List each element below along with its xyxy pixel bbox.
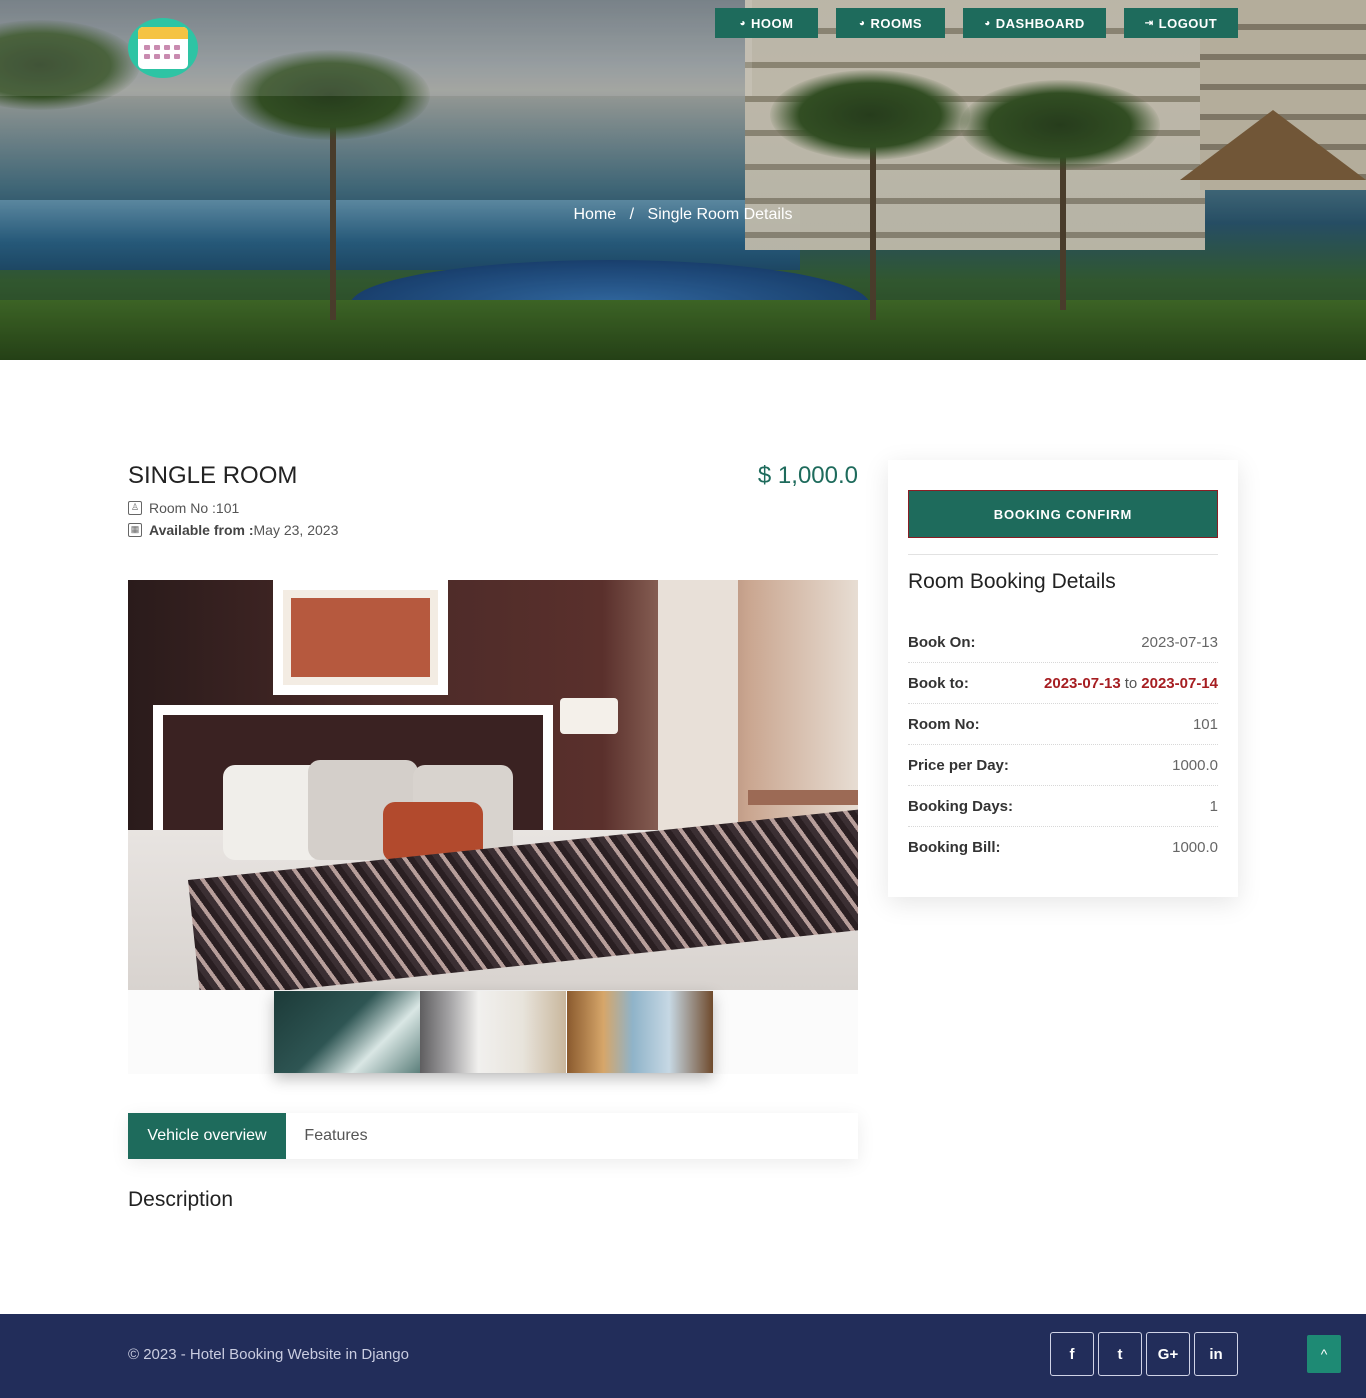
breadcrumb-home[interactable]: Home	[574, 206, 617, 223]
calendar-icon	[138, 27, 188, 69]
detail-value: 1000.0	[1172, 756, 1218, 774]
thumbnail-image[interactable]	[274, 991, 420, 1073]
description-heading: Description	[128, 1188, 234, 1211]
copyright-text: © 2023 - Hotel Booking Website in Django	[128, 1346, 409, 1363]
tab-features[interactable]: Features	[286, 1113, 386, 1159]
detail-value: 1	[1209, 797, 1218, 815]
book-to-word: to	[1124, 674, 1138, 692]
detail-label: Booking Days:	[908, 797, 1014, 815]
breadcrumb: Home / Single Room Details	[0, 206, 1366, 224]
facebook-icon[interactable]: f	[1050, 1332, 1094, 1376]
dashboard-icon: ◕	[984, 17, 991, 29]
dashboard-icon: ◕	[858, 17, 866, 29]
logout-icon: ⇥	[1144, 17, 1154, 29]
detail-tabs: Vehicle overview Features	[128, 1113, 858, 1159]
detail-label: Book On:	[908, 633, 976, 651]
detail-row-days: Booking Days: 1	[908, 786, 1218, 827]
nav-logout[interactable]: ⇥ LOGOUT	[1124, 8, 1238, 38]
booking-details-heading: Room Booking Details	[908, 570, 1116, 593]
calendar-icon: ▦	[128, 523, 142, 537]
detail-row-price: Price per Day: 1000.0	[908, 745, 1218, 786]
detail-value: 101	[1192, 715, 1218, 733]
availability-date: May 23, 2023	[253, 522, 339, 538]
breadcrumb-separator: /	[629, 206, 635, 223]
scroll-to-top-button[interactable]: ^	[1307, 1335, 1341, 1373]
site-logo[interactable]	[128, 18, 198, 78]
nav-label: HOOM	[751, 15, 794, 31]
thumbnail-image[interactable]	[567, 991, 713, 1073]
nav-label: LOGOUT	[1158, 15, 1218, 31]
nav-dashboard[interactable]: ◕ DASHBOARD	[963, 8, 1106, 38]
booking-sidebar: BOOKING CONFIRM Room Booking Details Boo…	[888, 460, 1238, 897]
room-number-label: Room No :	[149, 500, 216, 516]
detail-row-book-to: Book to: 2023-07-13 to 2023-07-14	[908, 663, 1218, 704]
divider	[908, 554, 1218, 555]
room-title: SINGLE ROOM	[128, 462, 298, 489]
thumbnail-image[interactable]	[420, 991, 566, 1073]
nav-label: ROOMS	[870, 15, 923, 31]
detail-label: Price per Day:	[908, 756, 1009, 774]
detail-value: 2023-07-13 to 2023-07-14	[1044, 675, 1218, 692]
detail-label: Booking Bill:	[908, 839, 1001, 856]
detail-row-book-on: Book On: 2023-07-13	[908, 622, 1218, 663]
header-bar	[0, 0, 752, 96]
breadcrumb-current: Single Room Details	[647, 206, 793, 223]
trophy-icon: ♙	[128, 501, 142, 515]
room-price: $ 1,000.0	[757, 462, 858, 489]
room-number-line: ♙ Room No :101	[128, 500, 239, 516]
detail-value: 1000.0	[1172, 839, 1218, 856]
room-number-value: 101	[215, 500, 240, 516]
book-to-end: 2023-07-14	[1141, 674, 1218, 692]
detail-row-room-no: Room No: 101	[908, 704, 1218, 745]
availability-label: Available from :	[149, 522, 254, 538]
google-plus-icon[interactable]: G+	[1146, 1332, 1190, 1376]
nav-label: DASHBOARD	[995, 15, 1085, 31]
booking-confirm-button[interactable]: BOOKING CONFIRM	[908, 490, 1218, 538]
nav-rooms[interactable]: ◕ ROOMS	[836, 8, 945, 38]
dashboard-icon: ◕	[739, 17, 747, 29]
detail-label: Room No:	[908, 715, 980, 733]
twitter-icon[interactable]: t	[1098, 1332, 1142, 1376]
hero-banner	[0, 0, 1366, 360]
book-to-start: 2023-07-13	[1044, 674, 1121, 692]
room-main-image	[128, 580, 858, 990]
nav-hoom[interactable]: ◕ HOOM	[715, 8, 818, 38]
detail-row-bill: Booking Bill: 1000.0	[908, 827, 1218, 868]
detail-label: Book to:	[908, 674, 969, 692]
detail-value: 2023-07-13	[1141, 633, 1218, 651]
linkedin-icon[interactable]: in	[1194, 1332, 1238, 1376]
tab-vehicle-overview[interactable]: Vehicle overview	[128, 1113, 286, 1159]
availability-line: ▦ Available from :May 23, 2023	[128, 522, 338, 538]
